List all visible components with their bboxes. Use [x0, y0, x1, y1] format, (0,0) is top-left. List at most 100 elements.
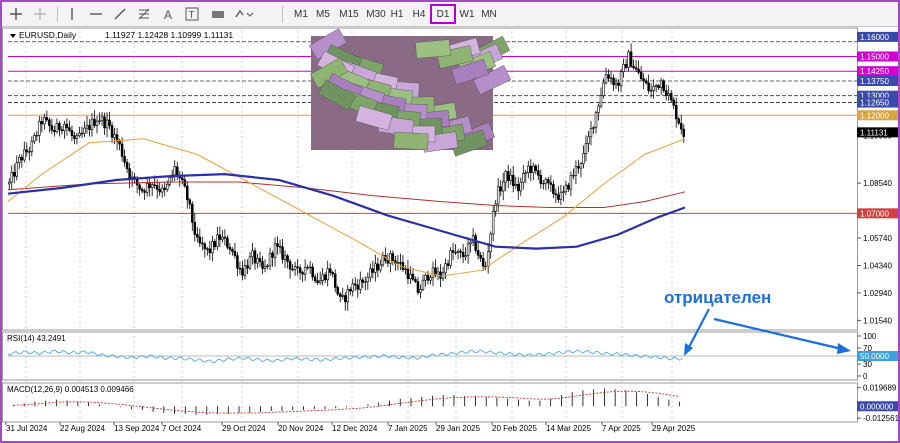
- label-tool-icon[interactable]: T: [182, 5, 202, 23]
- candle-body: [246, 265, 249, 269]
- candle-body: [181, 177, 184, 180]
- candle-body: [201, 242, 204, 245]
- timeframe-d1-button[interactable]: D1: [430, 4, 456, 24]
- candle-body: [193, 222, 197, 235]
- macd-tick-label: 0.019689: [863, 384, 897, 393]
- candle-body: [519, 181, 523, 192]
- candle-body: [326, 268, 329, 281]
- timeframe-w1-button[interactable]: W1: [456, 5, 478, 23]
- candle-body: [349, 289, 352, 292]
- candle-body: [411, 273, 415, 280]
- candle-body: [318, 280, 322, 283]
- candle-body: [251, 250, 254, 258]
- fibonacci-icon[interactable]: [134, 5, 154, 23]
- timeframe-m15-button[interactable]: M15: [335, 5, 363, 23]
- candle-body: [619, 71, 623, 86]
- price-tick-label: 1.05740: [863, 234, 892, 243]
- crosshair-icon[interactable]: [6, 5, 26, 23]
- trendline-icon[interactable]: [110, 5, 130, 23]
- candle-body: [50, 125, 54, 131]
- candle-body: [522, 173, 525, 183]
- vertical-line-icon[interactable]: [62, 5, 82, 23]
- candle-body: [291, 268, 294, 271]
- candle-body: [511, 174, 515, 186]
- candle-body: [8, 181, 11, 185]
- ma-long-line: [7, 181, 686, 208]
- candle-body: [506, 171, 510, 181]
- candle-body: [10, 172, 14, 183]
- candle-body: [148, 183, 151, 188]
- rectangle-tool-icon[interactable]: [208, 5, 228, 23]
- candle-body: [476, 250, 480, 256]
- level-tag-label: 1.12000: [860, 111, 889, 120]
- text-tool-icon[interactable]: A: [158, 5, 178, 23]
- candle-body: [356, 284, 360, 290]
- ma-mid-line: [7, 172, 686, 250]
- timeframe-h1-button[interactable]: H1: [386, 5, 408, 23]
- candle-body: [145, 183, 149, 193]
- candle-body: [173, 166, 176, 176]
- candle-body: [123, 156, 126, 163]
- chart-area[interactable]: 1.160001.137501.130001.126501.109801.085…: [2, 27, 898, 441]
- candle-body: [426, 274, 430, 281]
- candle-body: [25, 149, 29, 153]
- timeframe-m1-button[interactable]: M1: [290, 5, 312, 23]
- candle-body: [529, 165, 533, 173]
- candle-body: [594, 112, 598, 128]
- candle-body: [63, 123, 66, 132]
- rsi-tick-label: 0: [863, 372, 868, 381]
- candle-body: [644, 80, 648, 84]
- candle-body: [38, 121, 41, 136]
- candle-body: [208, 248, 212, 254]
- candle-body: [461, 252, 465, 258]
- price-tick-label: 1.01540: [863, 316, 892, 325]
- x-axis-label: 20 Nov 2024: [278, 424, 324, 433]
- candle-body: [419, 289, 422, 293]
- horizontal-line-icon[interactable]: [86, 5, 106, 23]
- timeframe-h4-button[interactable]: H4: [408, 5, 430, 23]
- candle-body: [296, 266, 299, 268]
- candle-body: [33, 135, 36, 142]
- x-axis-label: 7 Jan 2025: [388, 424, 428, 433]
- candle-body: [552, 184, 555, 194]
- candle-body: [28, 151, 31, 153]
- timeframe-m5-button[interactable]: M5: [312, 5, 334, 23]
- candle-body: [612, 77, 615, 86]
- candle-body: [439, 271, 442, 279]
- timeframe-mn-button[interactable]: MN: [478, 5, 500, 23]
- candle-body: [449, 250, 452, 266]
- candle-body: [481, 257, 485, 267]
- candle-body: [544, 178, 548, 184]
- candle-body: [183, 179, 187, 187]
- candle-body: [557, 194, 560, 200]
- candle-body: [374, 263, 377, 273]
- candle-body: [155, 185, 159, 190]
- svg-text:A: A: [164, 8, 172, 21]
- candle-body: [243, 265, 247, 276]
- candle-body: [323, 274, 327, 281]
- candle-body: [454, 252, 457, 254]
- cursor-cross-icon[interactable]: [30, 5, 50, 23]
- candle-body: [153, 184, 156, 186]
- candle-body: [271, 252, 274, 258]
- candle-body: [73, 135, 76, 140]
- candle-body: [321, 274, 324, 281]
- candle-body: [105, 119, 109, 129]
- candle-body: [584, 143, 588, 154]
- macd-tick-label: -0.012561: [863, 414, 898, 423]
- candle-body: [607, 74, 610, 79]
- candle-body: [406, 268, 410, 280]
- macd-label: MACD(12,26,9) 0.004513 0.009466: [7, 385, 134, 394]
- candle-body: [231, 248, 234, 252]
- candle-body: [446, 263, 450, 266]
- candle-body: [278, 246, 282, 248]
- candle-body: [248, 256, 252, 269]
- candle-body: [228, 246, 232, 250]
- candle-body: [662, 80, 665, 91]
- banknote-shape: [393, 131, 429, 151]
- shapes-menu-icon[interactable]: [234, 5, 254, 23]
- candle-body: [301, 272, 304, 275]
- candle-body: [501, 181, 505, 192]
- candle-body: [346, 289, 350, 303]
- candle-body: [80, 132, 84, 135]
